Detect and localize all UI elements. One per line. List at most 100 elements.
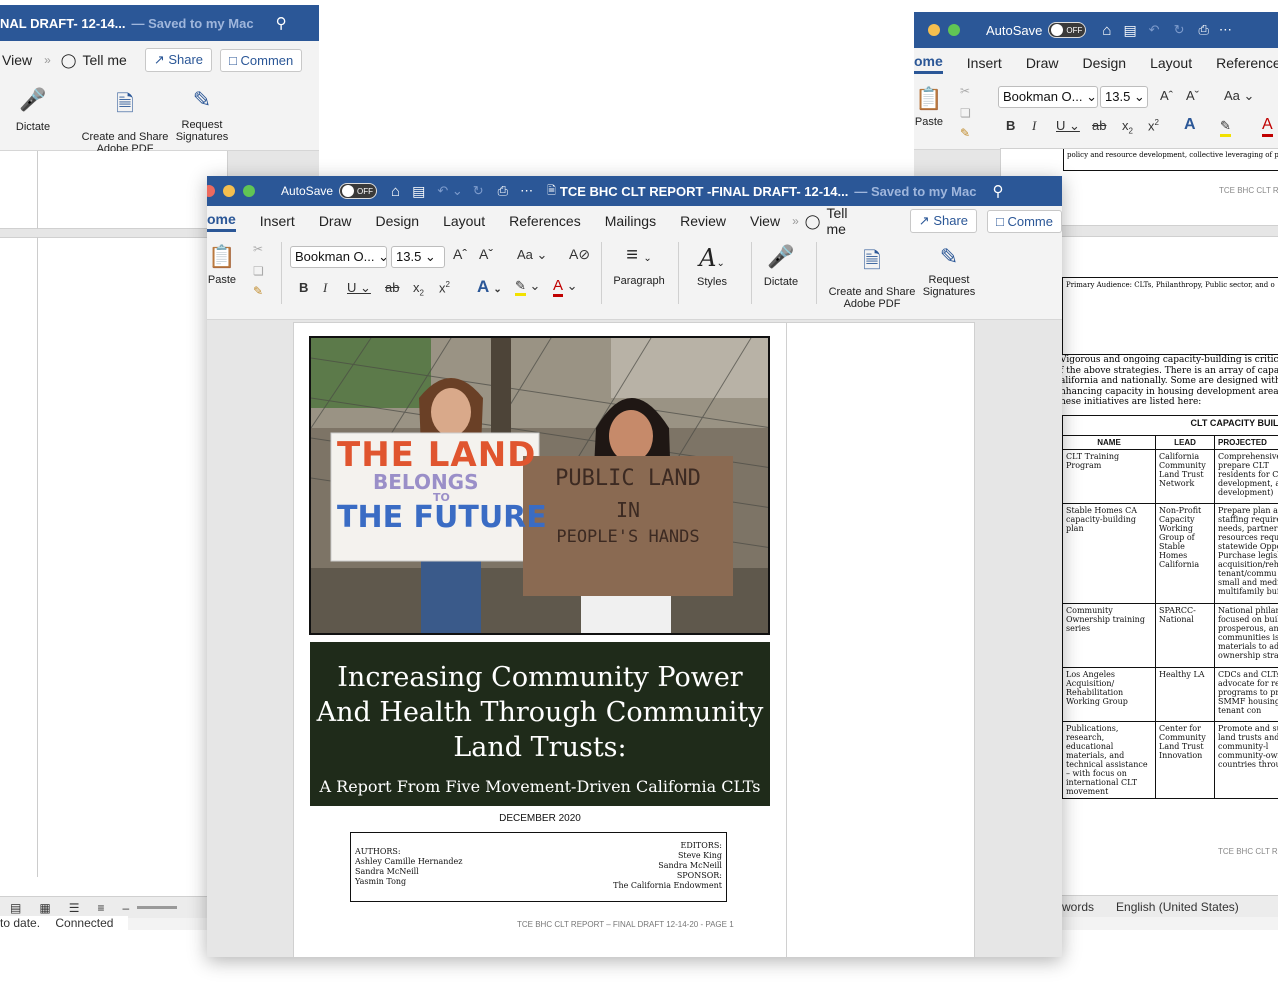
home-icon[interactable]: ⌂	[1102, 22, 1111, 39]
share-button[interactable]: ↗ Share	[909, 209, 978, 233]
font-name-select[interactable]: Bookman O... ⌄	[290, 246, 387, 268]
minimize-button[interactable]	[928, 24, 940, 36]
more-tabs-icon[interactable]: »	[44, 53, 51, 67]
autosave-toggle[interactable]: OFF	[1048, 22, 1087, 38]
tab-insert[interactable]: Insert	[260, 213, 295, 229]
italic-button[interactable]: I	[1032, 118, 1036, 134]
print-icon[interactable]: ⎙	[1198, 22, 1208, 38]
comments-button[interactable]: □ Commen	[220, 48, 303, 72]
bold-button[interactable]: B	[299, 280, 308, 295]
bold-button[interactable]: B	[1006, 118, 1015, 133]
print-layout-icon[interactable]: ▤	[10, 901, 21, 915]
font-color-icon[interactable]: A	[1262, 116, 1273, 137]
text-effects-icon[interactable]: A	[1184, 116, 1196, 134]
copy-icon[interactable]: ❏	[960, 106, 971, 120]
more-tabs-icon[interactable]: »	[792, 214, 799, 228]
more-icon[interactable]: ⋯	[1219, 22, 1232, 38]
paste-button[interactable]: 📋 Paste	[207, 244, 237, 286]
language-status[interactable]: English (United States)	[1116, 900, 1239, 914]
redo-icon[interactable]: ↻	[473, 183, 484, 199]
cut-icon[interactable]: ✂	[960, 84, 970, 98]
subscript-button[interactable]: x2	[413, 280, 424, 298]
font-color-icon[interactable]: A ⌄	[553, 277, 578, 297]
change-case-icon[interactable]: Aa ⌄	[517, 247, 547, 263]
styles-button[interactable]: A⌄ Styles	[687, 244, 737, 288]
change-case-icon[interactable]: Aa ⌄	[1224, 88, 1254, 104]
underline-button[interactable]: U ⌄	[1056, 118, 1080, 134]
font-size-select[interactable]: 13.5 ⌄	[391, 246, 445, 268]
tab-draw[interactable]: Draw	[1026, 55, 1059, 71]
saved-status[interactable]: — Saved to my Mac	[854, 184, 976, 199]
outline-icon[interactable]: ☰	[69, 901, 80, 915]
tab-home[interactable]: ome	[207, 211, 236, 232]
zoom-slider[interactable]	[137, 906, 178, 909]
tab-design[interactable]: Design	[1082, 55, 1126, 71]
tab-mailings[interactable]: Mailings	[605, 213, 656, 229]
request-signatures-button[interactable]: ✎ Request Signatures	[172, 87, 232, 143]
tab-view[interactable]: View	[750, 213, 780, 229]
dictate-button[interactable]: 🎤 Dictate	[10, 87, 56, 133]
adobe-pdf-button[interactable]: 🗎 Create and Share Adobe PDF	[78, 87, 172, 155]
tab-design[interactable]: Design	[375, 213, 419, 229]
share-button[interactable]: ↗ Share	[144, 48, 213, 72]
more-icon[interactable]: ⋯	[520, 183, 533, 199]
save-icon[interactable]: ▤	[1123, 22, 1136, 39]
copy-icon[interactable]: ❏	[253, 264, 264, 278]
dictate-button[interactable]: 🎤 Dictate	[759, 244, 803, 288]
zoom-button[interactable]	[948, 24, 960, 36]
highlight-icon[interactable]: ✎	[1220, 118, 1231, 137]
autosave-toggle[interactable]: OFF	[339, 183, 378, 199]
draft-icon[interactable]: ≡	[97, 901, 104, 915]
shrink-font-icon[interactable]: Aˇ	[479, 246, 493, 262]
undo-icon[interactable]: ↶	[1149, 22, 1160, 38]
request-signatures-button[interactable]: ✎ Request Signatures	[919, 244, 979, 298]
grow-font-icon[interactable]: Aˆ	[453, 246, 467, 262]
tab-insert[interactable]: Insert	[967, 55, 1002, 71]
tell-me-field[interactable]: Tell me	[826, 205, 863, 237]
tab-home[interactable]: ome	[914, 53, 943, 74]
zoom-button[interactable]	[243, 185, 255, 197]
tell-me-field[interactable]: Tell me	[82, 52, 126, 68]
save-icon[interactable]: ▤	[412, 183, 425, 200]
minimize-button[interactable]	[223, 185, 235, 197]
font-name-select[interactable]: Bookman O... ⌄	[998, 86, 1098, 108]
superscript-button[interactable]: x2	[439, 280, 450, 295]
grow-font-icon[interactable]: Aˆ	[1160, 88, 1173, 103]
tab-view[interactable]: View	[2, 52, 32, 68]
clear-formatting-icon[interactable]: A⊘	[569, 246, 590, 263]
cut-icon[interactable]: ✂	[253, 242, 263, 256]
tab-review[interactable]: Review	[680, 213, 726, 229]
home-icon[interactable]: ⌂	[391, 183, 400, 200]
tab-references[interactable]: Reference	[1216, 55, 1278, 71]
styles-label: Styles	[697, 276, 727, 288]
comments-button[interactable]: □ Comme	[987, 209, 1062, 233]
text-effects-icon[interactable]: A ⌄	[477, 277, 502, 297]
subscript-button[interactable]: x2	[1122, 118, 1133, 136]
search-icon[interactable]: ⚲	[276, 14, 287, 32]
shrink-font-icon[interactable]: Aˇ	[1186, 88, 1199, 103]
tab-draw[interactable]: Draw	[319, 213, 352, 229]
font-size-select[interactable]: 13.5 ⌄	[1100, 86, 1148, 108]
paste-button[interactable]: 📋 Paste	[914, 86, 944, 128]
word-count[interactable]: words	[1062, 900, 1094, 914]
format-painter-icon[interactable]: ✎	[253, 284, 263, 298]
web-layout-icon[interactable]: ▦	[39, 901, 50, 915]
highlight-icon[interactable]: ✎ ⌄	[515, 278, 540, 296]
close-button[interactable]	[207, 185, 215, 197]
underline-button[interactable]: U ⌄	[347, 280, 371, 296]
tab-layout[interactable]: Layout	[1150, 55, 1192, 71]
superscript-button[interactable]: x2	[1148, 118, 1159, 133]
adobe-pdf-button[interactable]: 🗎 Create and Share Adobe PDF	[825, 244, 919, 310]
zoom-out-icon[interactable]: –	[122, 901, 129, 915]
italic-button[interactable]: I	[323, 280, 327, 296]
redo-icon[interactable]: ↻	[1174, 22, 1185, 38]
paragraph-button[interactable]: ≡ ⌄ Paragraph	[609, 244, 669, 287]
strikethrough-button[interactable]: ab	[1092, 118, 1106, 133]
strikethrough-button[interactable]: ab	[385, 280, 399, 295]
print-icon[interactable]: ⎙	[498, 183, 508, 199]
format-painter-icon[interactable]: ✎	[960, 126, 970, 140]
undo-icon[interactable]: ↶ ⌄	[437, 183, 462, 199]
tab-references[interactable]: References	[509, 213, 581, 229]
search-icon[interactable]: ⚲	[992, 182, 1003, 200]
tab-layout[interactable]: Layout	[443, 213, 485, 229]
